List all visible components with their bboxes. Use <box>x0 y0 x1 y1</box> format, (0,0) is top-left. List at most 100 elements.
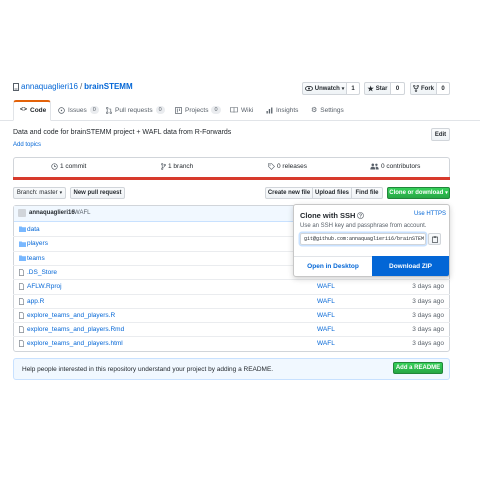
tab-insights[interactable]: Insights <box>266 100 298 120</box>
table-row: AFLW.Rproj WAFL 3 days ago <box>13 279 450 293</box>
file-name-link[interactable]: explore_teams_and_players.html <box>27 340 123 347</box>
watch-label: Unwatch <box>314 85 340 92</box>
fork-label: Fork <box>420 85 434 92</box>
tab-projects[interactable]: Projects 0 <box>175 100 221 120</box>
project-icon <box>175 106 182 114</box>
history-icon <box>51 163 58 170</box>
question-icon[interactable]: ? <box>357 212 365 219</box>
star-icon: ★ <box>367 85 374 93</box>
eye-icon <box>304 86 313 91</box>
commits-count: 1 commit <box>60 163 87 170</box>
repo-icon <box>13 82 19 91</box>
releases-link[interactable]: 0 releases <box>268 163 307 170</box>
repo-owner-link[interactable]: annaquaglieri16 <box>21 82 78 91</box>
tab-projects-label: Projects <box>185 106 209 114</box>
file-name-link[interactable]: explore_teams_and_players.Rmd <box>27 326 124 333</box>
file-age: 3 days ago <box>412 311 444 319</box>
folder-icon <box>19 226 26 232</box>
gear-icon: ⚙ <box>311 107 318 114</box>
use-https-link[interactable]: Use HTTPS <box>414 211 446 217</box>
table-row: explore_teams_and_players.Rmd WAFL 3 days … <box>13 322 450 336</box>
tab-issues[interactable]: Issues 0 <box>58 100 99 120</box>
watch-button[interactable]: Unwatch ▾ <box>302 82 347 95</box>
graph-icon <box>266 107 273 114</box>
commits-link[interactable]: 1 commit <box>51 163 86 170</box>
tab-pull-requests[interactable]: Pull requests 0 <box>106 100 165 120</box>
tab-code-label: Code <box>30 106 47 114</box>
open-in-desktop-button[interactable]: Open in Desktop <box>294 256 372 276</box>
clone-or-download-button[interactable]: Clone or download ▾ <box>387 187 450 199</box>
file-name-link[interactable]: data <box>27 226 40 233</box>
repo-title: annaquaglieri16 / brainSTEMM <box>13 82 133 91</box>
tab-insights-label: Insights <box>276 106 299 114</box>
releases-count: 0 releases <box>277 163 307 170</box>
download-zip-button[interactable]: Download ZIP <box>372 256 449 276</box>
add-topics-link[interactable]: Add topics <box>13 142 41 148</box>
clone-popup-hint: Use an SSH key and passphrase from accou… <box>300 223 427 229</box>
clone-popup-title: Clone with SSH <box>300 211 356 220</box>
language-bar[interactable] <box>13 177 450 180</box>
find-file-button[interactable]: Find file <box>352 187 383 199</box>
edit-description-button[interactable]: Edit <box>431 128 450 141</box>
tag-icon <box>268 163 275 170</box>
commit-message[interactable]: WAFL <box>74 210 90 216</box>
branch-select[interactable]: Branch: master ▾ <box>13 187 66 199</box>
clone-label: Clone or download <box>389 190 444 196</box>
contributors-count: 0 contributors <box>381 163 421 170</box>
tab-pull-requests-label: Pull requests <box>115 106 153 114</box>
branches-link[interactable]: 1 branch <box>161 163 193 170</box>
avatar[interactable] <box>18 209 26 217</box>
add-readme-button[interactable]: Add a README <box>393 362 443 374</box>
file-name-link[interactable]: AFLW.Rproj <box>27 283 62 290</box>
new-pull-request-button[interactable]: New pull request <box>70 187 125 199</box>
svg-text:?: ? <box>359 213 362 219</box>
file-name-link[interactable]: players <box>27 240 48 247</box>
star-button[interactable]: ★ Star <box>364 82 391 95</box>
tab-projects-count: 0 <box>211 106 221 114</box>
watch-count[interactable]: 1 <box>347 82 360 95</box>
file-commit-message[interactable]: WAFL <box>317 326 335 333</box>
copy-clipboard-button[interactable] <box>428 233 441 245</box>
tab-settings-label: Settings <box>320 106 344 114</box>
file-name-link[interactable]: .DS_Store <box>27 269 57 276</box>
folder-icon <box>19 241 26 247</box>
repo-description: Data and code for brainSTEMM project + W… <box>13 129 232 136</box>
file-icon <box>19 311 24 319</box>
repo-name-link[interactable]: brainSTEMM <box>84 82 132 91</box>
clone-url-input[interactable]: git@github.com:annaquaglieri16/brainSTEM <box>300 233 426 245</box>
fork-count[interactable]: 0 <box>437 82 450 95</box>
tab-wiki[interactable]: Wiki <box>230 100 253 120</box>
tab-issues-count: 0 <box>89 106 99 114</box>
contributors-link[interactable]: 0 contributors <box>370 163 420 170</box>
file-age: 3 days ago <box>412 297 444 305</box>
file-commit-message[interactable]: WAFL <box>317 340 335 347</box>
file-commit-message[interactable]: WAFL <box>317 283 335 290</box>
book-icon <box>230 107 238 113</box>
clone-popup-header: Clone with SSH ? <box>300 211 365 220</box>
file-commit-message[interactable]: WAFL <box>317 312 335 319</box>
table-row: app.R WAFL 3 days ago <box>13 293 450 308</box>
issue-icon <box>58 106 65 114</box>
tab-pull-requests-count: 0 <box>155 106 165 114</box>
tabs-divider <box>0 120 480 121</box>
clipboard-icon <box>431 235 438 243</box>
file-age: 3 days ago <box>412 283 444 291</box>
tab-code[interactable]: <> Code <box>20 100 46 120</box>
create-new-file-button[interactable]: Create new file <box>265 187 313 199</box>
file-icon <box>19 340 24 348</box>
file-icon <box>19 268 24 276</box>
file-commit-message[interactable]: WAFL <box>317 298 335 305</box>
tab-issues-label: Issues <box>68 106 87 114</box>
tab-settings[interactable]: ⚙ Settings <box>311 100 344 120</box>
file-name-link[interactable]: app.R <box>27 298 44 305</box>
chevron-down-icon: ▾ <box>341 85 345 92</box>
file-name-link[interactable]: teams <box>27 255 45 262</box>
repo-separator: / <box>79 82 83 91</box>
commit-author[interactable]: annaquaglieri16 <box>29 210 75 216</box>
star-count[interactable]: 0 <box>391 82 405 95</box>
fork-button[interactable]: Fork <box>410 82 437 95</box>
file-icon <box>19 283 24 291</box>
code-icon: <> <box>20 107 28 113</box>
file-name-link[interactable]: explore_teams_and_players.R <box>27 312 115 319</box>
upload-files-button[interactable]: Upload files <box>313 187 352 199</box>
